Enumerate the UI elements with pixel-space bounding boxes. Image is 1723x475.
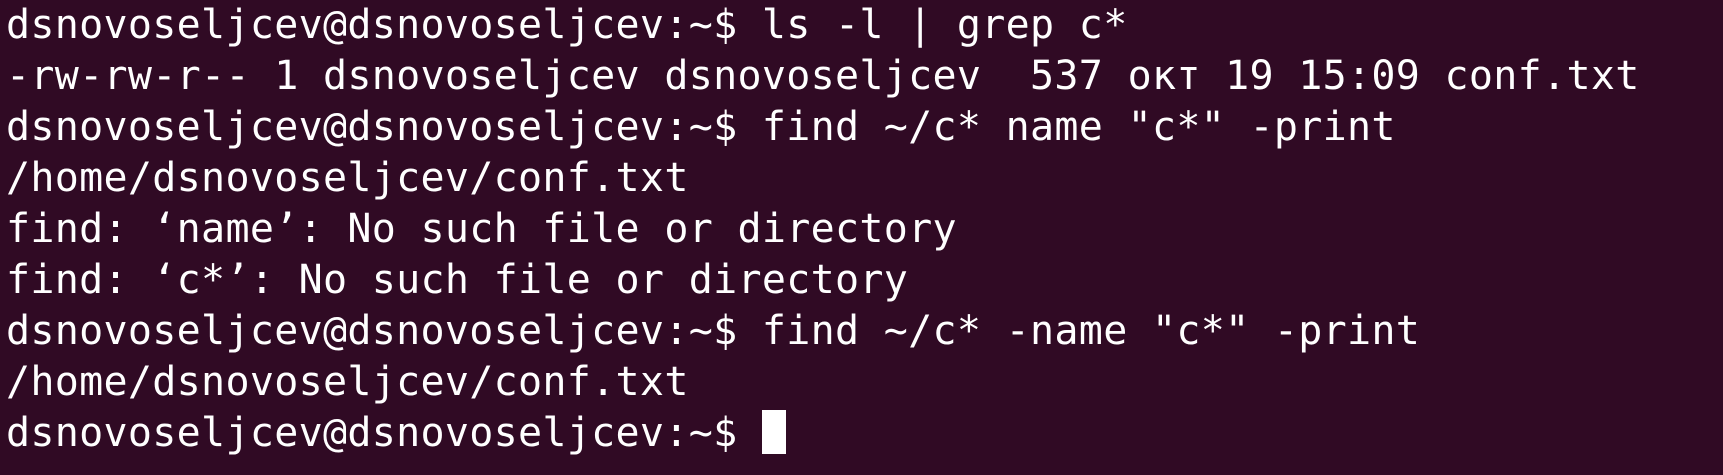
terminal-prompt-line[interactable]: dsnovoseljcev@dsnovoseljcev:~$: [6, 408, 1723, 459]
terminal-window[interactable]: dsnovoseljcev@dsnovoseljcev:~$ ls -l | g…: [0, 0, 1723, 475]
terminal-line-error: find: ‘name’: No such file or directory: [6, 206, 957, 252]
terminal-line-command: dsnovoseljcev@dsnovoseljcev:~$ find ~/c*…: [6, 308, 1421, 354]
terminal-line-output: -rw-rw-r-- 1 dsnovoseljcev dsnovoseljcev…: [6, 53, 1640, 99]
prompt-text: dsnovoseljcev@dsnovoseljcev:~$: [6, 410, 762, 456]
text-cursor: [761, 410, 786, 454]
terminal-line-error: find: ‘c*’: No such file or directory: [6, 257, 909, 303]
terminal-line-command: dsnovoseljcev@dsnovoseljcev:~$ ls -l | g…: [6, 2, 1128, 48]
terminal-line-output: /home/dsnovoseljcev/conf.txt: [6, 155, 689, 201]
terminal-line-output: /home/dsnovoseljcev/conf.txt: [6, 359, 689, 405]
terminal-line-command: dsnovoseljcev@dsnovoseljcev:~$ find ~/c*…: [6, 104, 1396, 150]
